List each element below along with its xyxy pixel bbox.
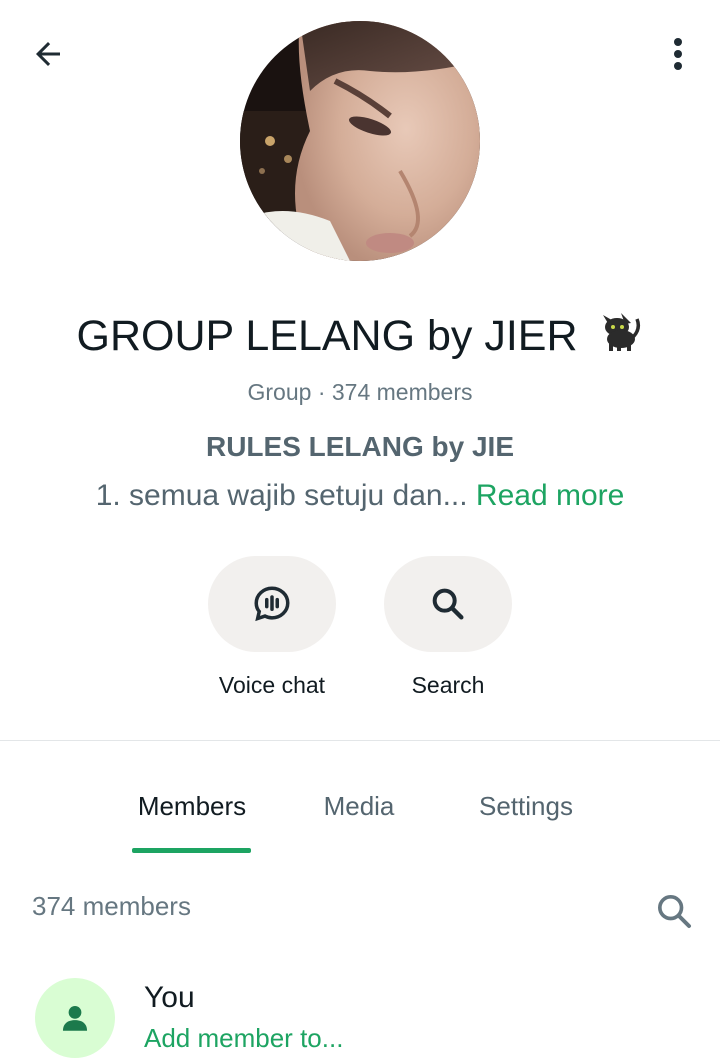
members-search-button[interactable] bbox=[654, 890, 694, 932]
tab-members[interactable]: Members bbox=[132, 788, 252, 824]
group-photo bbox=[240, 21, 480, 261]
description-preview: 1. semua wajib setuju dan... Read more bbox=[0, 477, 720, 515]
section-divider bbox=[0, 740, 720, 741]
tab-media[interactable]: Media bbox=[305, 788, 413, 824]
voice-chat-button[interactable] bbox=[208, 556, 336, 652]
more-options-button[interactable] bbox=[658, 32, 698, 76]
description-text: 1. semua wajib setuju dan... bbox=[95, 479, 476, 512]
group-avatar[interactable] bbox=[240, 21, 480, 261]
search-button[interactable] bbox=[384, 556, 512, 652]
member-subtitle: Add member to... bbox=[144, 1023, 344, 1053]
more-vertical-icon bbox=[674, 38, 682, 70]
list-item[interactable]: You Add member to... bbox=[0, 960, 720, 1058]
group-meta: Group · 374 members bbox=[247, 379, 473, 405]
members-count: 374 members bbox=[32, 891, 191, 921]
avatar bbox=[35, 978, 115, 1058]
search-icon bbox=[658, 895, 691, 928]
description-title: RULES LELANG by JIE bbox=[205, 431, 515, 462]
active-tab-indicator bbox=[132, 848, 251, 853]
voice-chat-icon bbox=[254, 586, 290, 622]
member-name: You bbox=[144, 981, 195, 1014]
voice-chat-action[interactable]: Voice chat bbox=[208, 556, 336, 698]
back-button[interactable] bbox=[24, 32, 72, 76]
person-icon bbox=[62, 1005, 88, 1031]
group-name: GROUP LELANG by JIER bbox=[0, 308, 720, 367]
black-cat-emoji bbox=[595, 305, 643, 367]
arrow-left-icon bbox=[36, 42, 60, 66]
read-more-link[interactable]: Read more bbox=[476, 479, 624, 512]
search-action[interactable]: Search bbox=[384, 556, 512, 698]
search-icon bbox=[432, 588, 464, 620]
search-label: Search bbox=[411, 672, 485, 698]
group-name-text: GROUP LELANG by JIER bbox=[76, 312, 578, 360]
tab-settings[interactable]: Settings bbox=[464, 788, 588, 824]
